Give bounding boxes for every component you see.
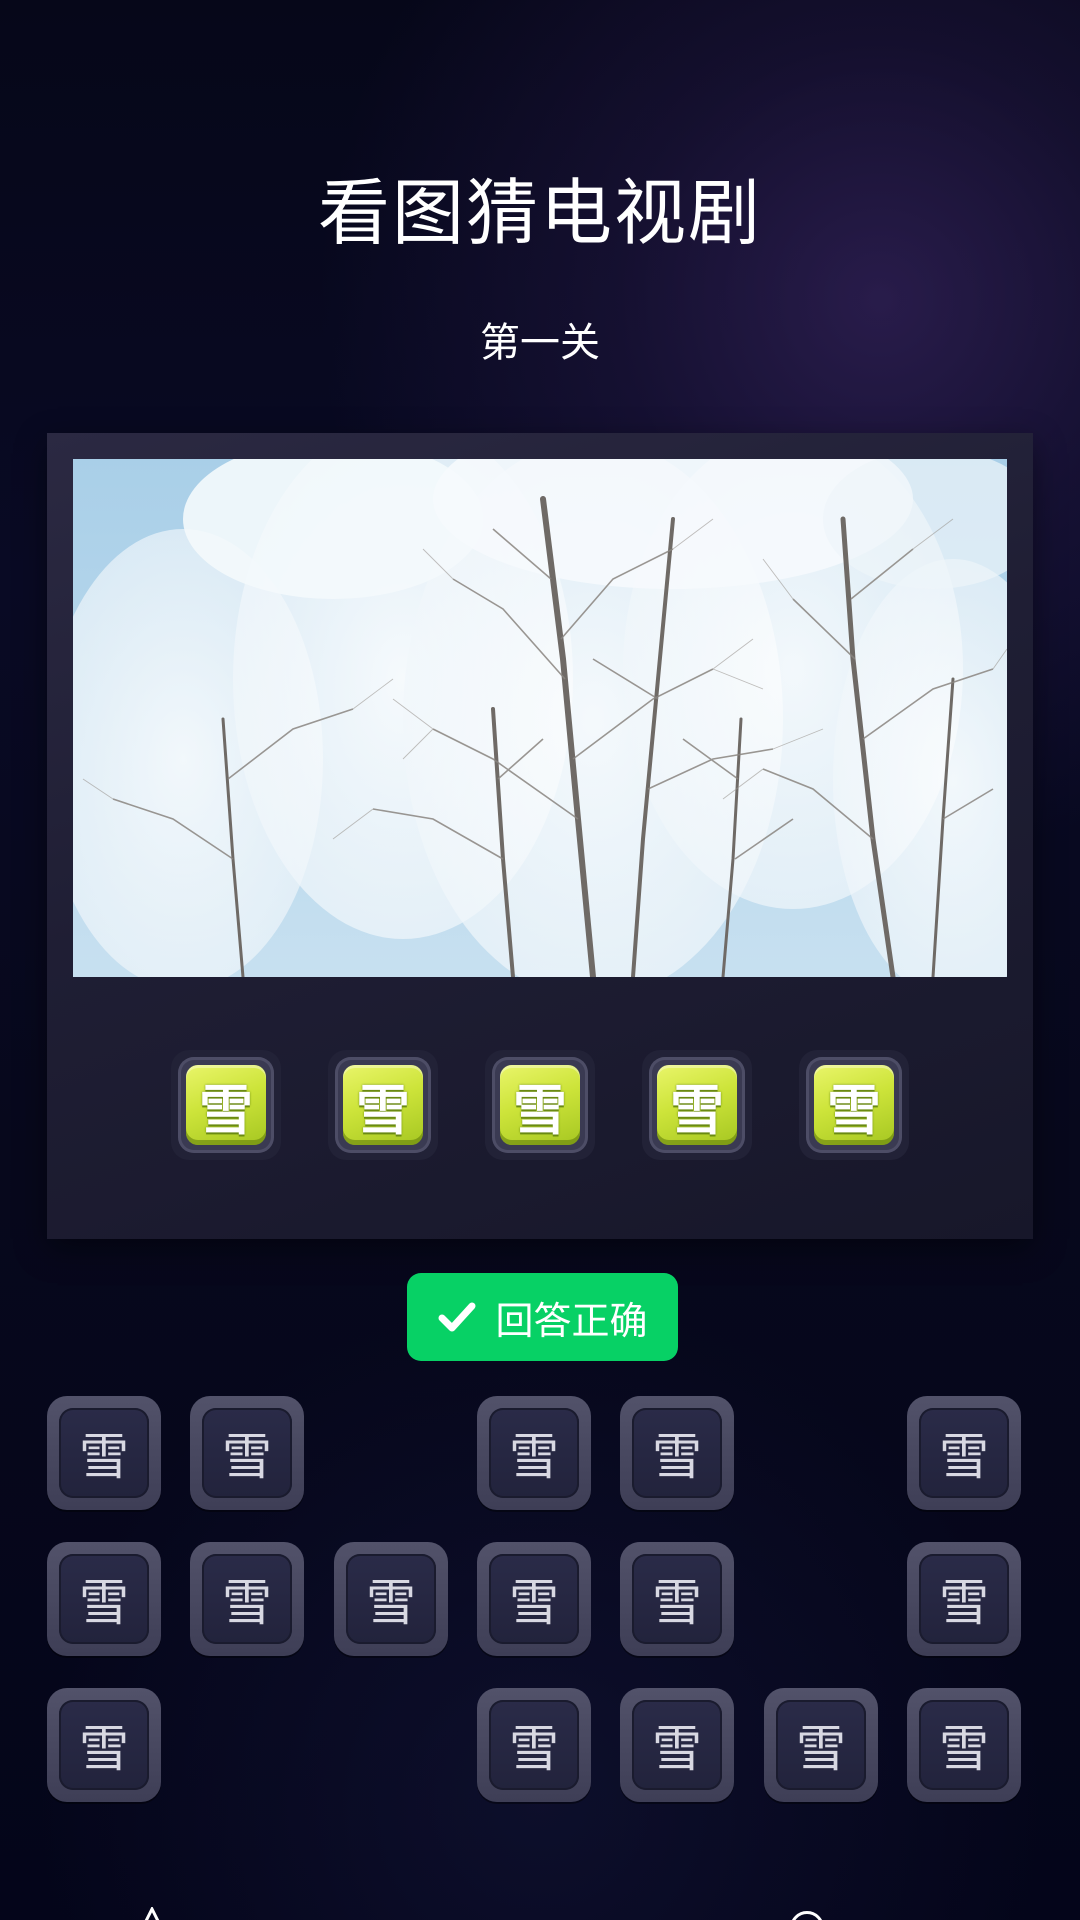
puzzle-card: 雪 雪 雪 雪 雪 — [47, 433, 1033, 1239]
char-key[interactable]: 雪 — [190, 1396, 304, 1510]
result-label: 回答正确 — [495, 1298, 648, 1343]
answer-slot[interactable]: 雪 — [799, 1050, 909, 1160]
char-key-label: 雪 — [632, 1700, 722, 1790]
char-key-label: 雪 — [202, 1554, 292, 1644]
system-nav-bar — [0, 1885, 1080, 1920]
char-key[interactable]: 雪 — [620, 1542, 734, 1656]
char-key[interactable]: 雪 — [907, 1688, 1021, 1802]
answer-char: 雪 — [343, 1065, 423, 1145]
char-key-label: 雪 — [919, 1408, 1009, 1498]
char-key-label: 雪 — [776, 1700, 866, 1790]
answer-slot[interactable]: 雪 — [328, 1050, 438, 1160]
answer-char: 雪 — [186, 1065, 266, 1145]
char-key-label: 雪 — [489, 1700, 579, 1790]
char-key[interactable]: 雪 — [907, 1542, 1021, 1656]
char-key[interactable]: 雪 — [620, 1688, 734, 1802]
char-key-label: 雪 — [919, 1554, 1009, 1644]
answer-char: 雪 — [814, 1065, 894, 1145]
char-key[interactable]: 雪 — [190, 1542, 304, 1656]
char-key[interactable]: 雪 — [620, 1396, 734, 1510]
puzzle-image — [73, 459, 1007, 977]
level-label: 第一关 — [480, 320, 600, 366]
char-key[interactable]: 雪 — [764, 1688, 878, 1802]
char-key-label: 雪 — [919, 1700, 1009, 1790]
answer-slot[interactable]: 雪 — [171, 1050, 281, 1160]
answer-slot[interactable]: 雪 — [642, 1050, 752, 1160]
answer-char: 雪 — [657, 1065, 737, 1145]
answer-char: 雪 — [500, 1065, 580, 1145]
char-key-label: 雪 — [632, 1408, 722, 1498]
home-icon[interactable] — [790, 1911, 824, 1920]
char-key[interactable]: 雪 — [47, 1396, 161, 1510]
back-icon[interactable] — [140, 1907, 164, 1920]
answer-slot[interactable]: 雪 — [485, 1050, 595, 1160]
char-key[interactable]: 雪 — [907, 1396, 1021, 1510]
check-icon — [438, 1302, 476, 1332]
page-title: 看图猜电视剧 — [317, 171, 762, 255]
char-key-label: 雪 — [346, 1554, 436, 1644]
char-key-label: 雪 — [59, 1700, 149, 1790]
correct-answer-badge: 回答正确 — [407, 1273, 678, 1361]
char-key[interactable]: 雪 — [477, 1542, 591, 1656]
char-key-label: 雪 — [202, 1408, 292, 1498]
char-key-label: 雪 — [489, 1408, 579, 1498]
char-key[interactable]: 雪 — [47, 1542, 161, 1656]
char-key-label: 雪 — [59, 1554, 149, 1644]
char-key[interactable]: 雪 — [334, 1542, 448, 1656]
char-key-label: 雪 — [632, 1554, 722, 1644]
char-key[interactable]: 雪 — [47, 1688, 161, 1802]
answer-slots: 雪 雪 雪 雪 雪 — [171, 1050, 909, 1160]
char-key[interactable]: 雪 — [477, 1396, 591, 1510]
char-key-label: 雪 — [489, 1554, 579, 1644]
game-screen: 看图猜电视剧 第一关 雪 雪 雪 雪 雪 回答正确 雪 雪 雪 雪 雪 雪 雪 … — [0, 0, 1080, 1920]
char-key-label: 雪 — [59, 1408, 149, 1498]
char-key[interactable]: 雪 — [477, 1688, 591, 1802]
